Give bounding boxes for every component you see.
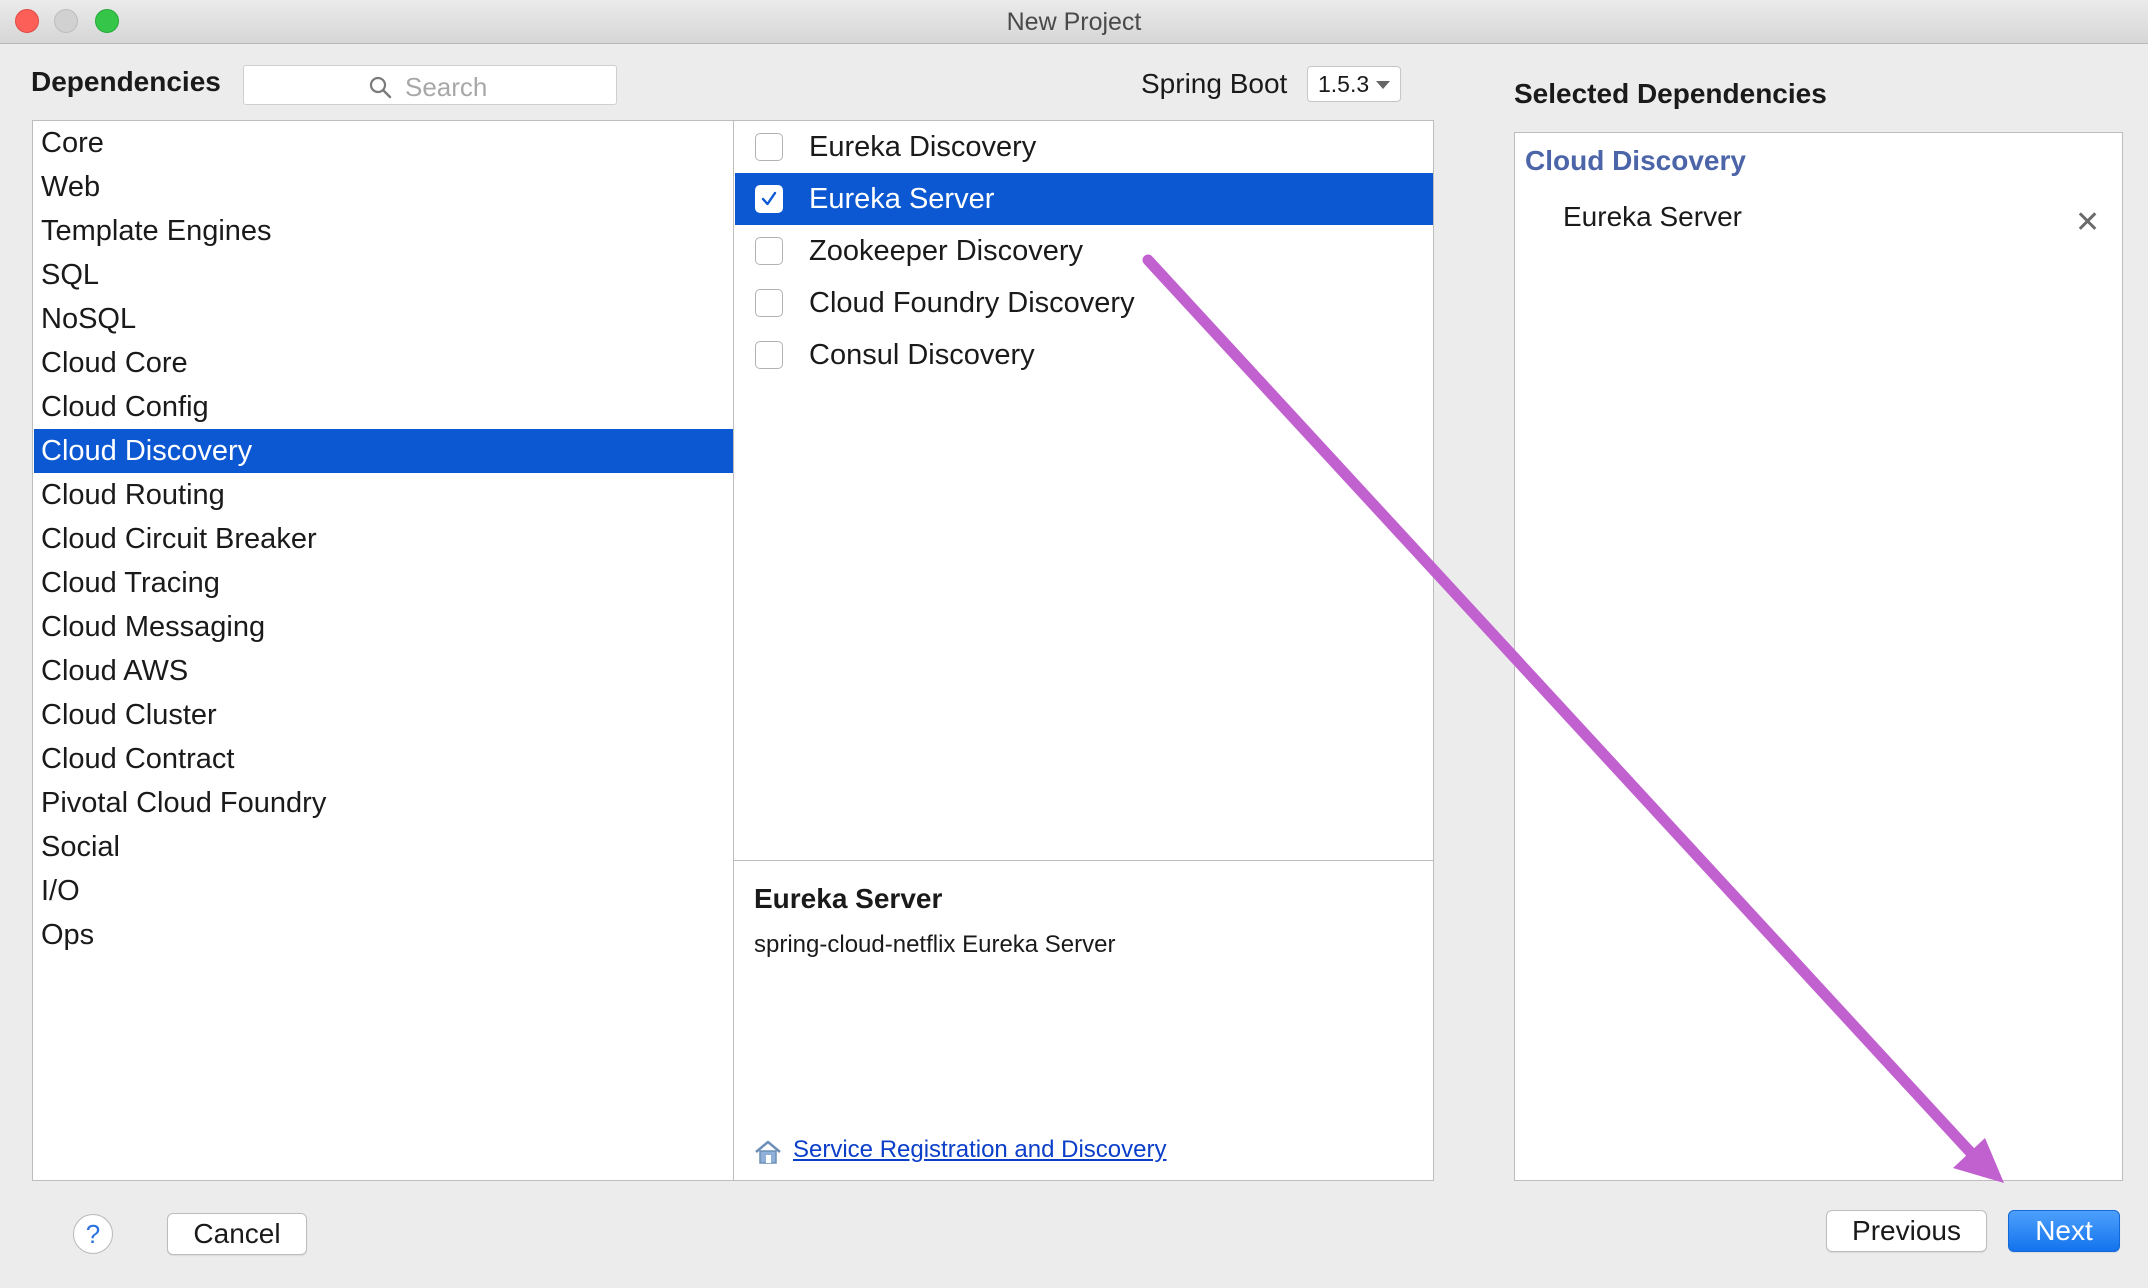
selected-group-heading: Cloud Discovery xyxy=(1525,145,1746,176)
category-item[interactable]: Cloud Config xyxy=(34,385,733,429)
category-item[interactable]: Cloud Cluster xyxy=(34,693,733,737)
dependency-label: Eureka Discovery xyxy=(809,131,1037,163)
category-item[interactable]: Template Engines xyxy=(34,209,733,253)
selected-dependencies-heading: Selected Dependencies xyxy=(1514,78,1827,109)
home-icon xyxy=(755,1140,781,1164)
dependency-checkbox[interactable] xyxy=(755,185,783,213)
spring-boot-version-value: 1.5.3 xyxy=(1318,71,1370,97)
description-title: Eureka Server xyxy=(754,883,943,914)
category-item[interactable]: Cloud Contract xyxy=(34,737,733,781)
search-placeholder: Search xyxy=(405,72,488,102)
dependency-checkbox[interactable] xyxy=(755,341,783,369)
dependency-row[interactable]: Eureka Server xyxy=(735,173,1433,225)
category-item[interactable]: SQL xyxy=(34,253,733,297)
spring-boot-label: Spring Boot xyxy=(1141,68,1288,99)
category-item[interactable]: Pivotal Cloud Foundry xyxy=(34,781,733,825)
dependency-row[interactable]: Zookeeper Discovery xyxy=(735,225,1433,277)
dependency-row[interactable]: Consul Discovery xyxy=(735,329,1433,381)
dependency-row[interactable]: Eureka Discovery xyxy=(735,121,1433,173)
dependency-label: Cloud Foundry Discovery xyxy=(809,287,1135,319)
selected-dependencies-panel: Cloud Discovery Eureka Server ✕ xyxy=(1514,132,2123,1181)
window-title: New Project xyxy=(1006,8,1142,36)
dependency-label: Consul Discovery xyxy=(809,339,1035,371)
title-bar: New Project xyxy=(0,0,2148,44)
category-item[interactable]: Cloud Tracing xyxy=(34,561,733,605)
dependency-row[interactable]: Cloud Foundry Discovery xyxy=(735,277,1433,329)
category-item[interactable]: Social xyxy=(34,825,733,869)
dependency-description-panel: Eureka Server spring-cloud-netflix Eurek… xyxy=(733,860,1434,1181)
description-text: spring-cloud-netflix Eureka Server xyxy=(754,931,1116,958)
dependency-label: Zookeeper Discovery xyxy=(809,235,1083,267)
dependency-list: Eureka Discovery Eureka Server Zookeeper D… xyxy=(733,120,1434,861)
spring-boot-version-select[interactable]: 1.5.3 xyxy=(1307,66,1401,102)
category-item[interactable]: I/O xyxy=(34,869,733,913)
category-item[interactable]: Cloud Messaging xyxy=(34,605,733,649)
category-item[interactable]: Cloud AWS xyxy=(34,649,733,693)
category-item[interactable]: Core xyxy=(34,121,733,165)
category-item[interactable]: Ops xyxy=(34,913,733,957)
category-item[interactable]: Cloud Discovery xyxy=(34,429,733,473)
remove-dependency-icon[interactable]: ✕ xyxy=(2075,205,2100,240)
help-button[interactable]: ? xyxy=(73,1214,113,1254)
category-item[interactable]: Cloud Routing xyxy=(34,473,733,517)
dependencies-heading: Dependencies xyxy=(31,66,221,97)
category-item[interactable]: Web xyxy=(34,165,733,209)
search-icon xyxy=(369,76,392,99)
checkmark-icon xyxy=(761,191,777,206)
category-item[interactable]: Cloud Circuit Breaker xyxy=(34,517,733,561)
guide-link[interactable]: Service Registration and Discovery xyxy=(793,1136,1167,1164)
previous-button[interactable]: Previous xyxy=(1826,1210,1987,1252)
category-list: Core Web Template Engines SQL NoSQL Cloud Cor… xyxy=(32,120,734,1181)
selected-dependency-item: Eureka Server xyxy=(1563,201,1742,232)
chevron-down-icon xyxy=(1376,81,1390,89)
next-button[interactable]: Next xyxy=(2008,1210,2120,1252)
dependency-checkbox[interactable] xyxy=(755,133,783,161)
search-input[interactable]: Search xyxy=(243,65,617,105)
dependency-label: Eureka Server xyxy=(809,183,995,215)
category-item[interactable]: NoSQL xyxy=(34,297,733,341)
dependency-checkbox[interactable] xyxy=(755,237,783,265)
cancel-button[interactable]: Cancel xyxy=(167,1213,307,1255)
dependency-checkbox[interactable] xyxy=(755,289,783,317)
category-item[interactable]: Cloud Core xyxy=(34,341,733,385)
